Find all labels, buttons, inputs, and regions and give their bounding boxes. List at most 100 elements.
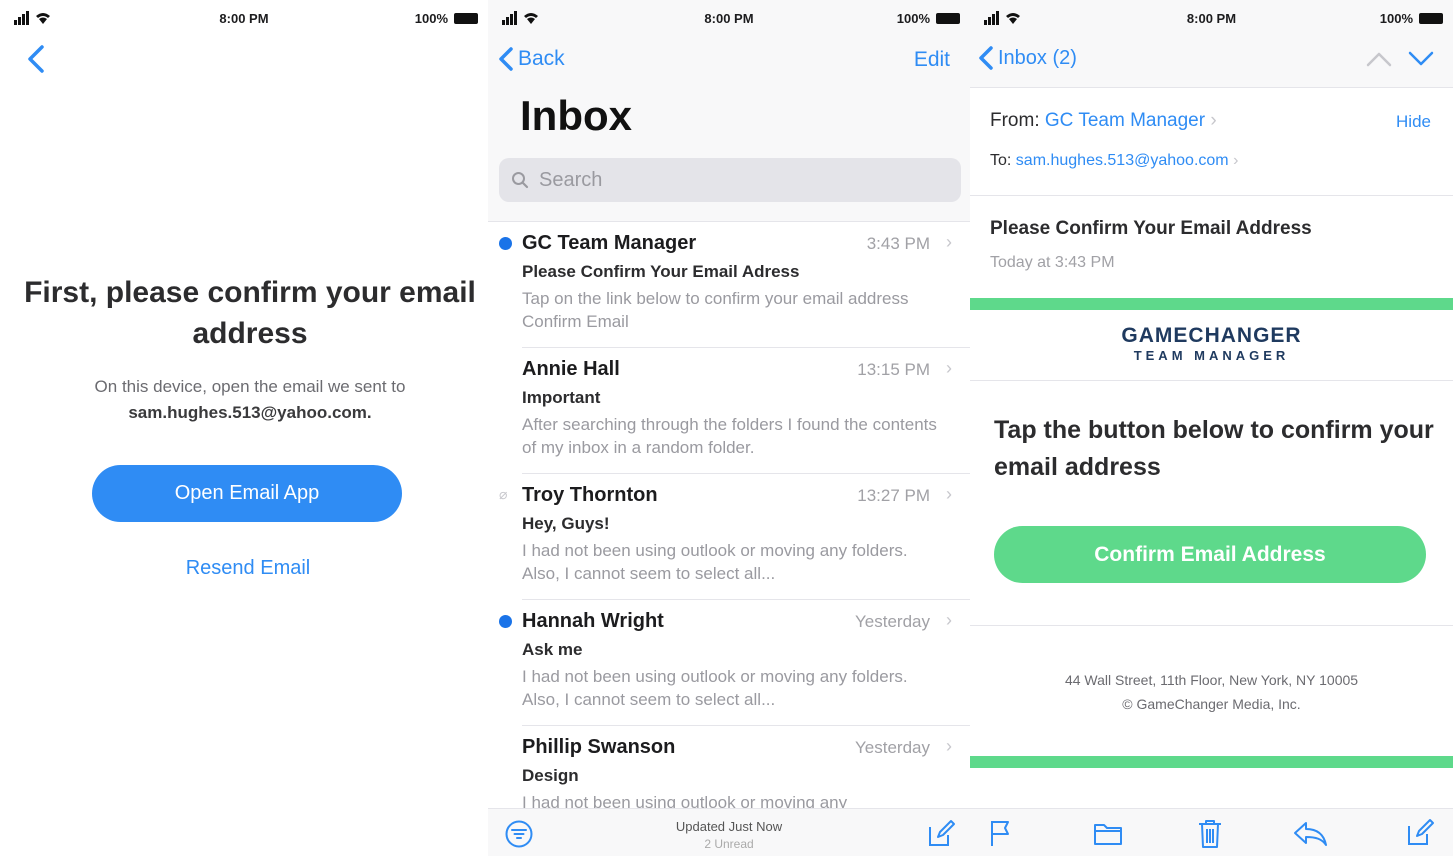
mail-subject: Design	[522, 766, 579, 785]
battery-percent: 100%	[1379, 11, 1413, 26]
status-bar: 8:00 PM 100%	[970, 0, 1453, 36]
from-label: From:	[990, 110, 1040, 131]
page-title: First, please confirm your email address	[24, 276, 476, 350]
bottom-toolbar: Updated Just Now 2 Unread	[488, 808, 970, 856]
mail-subject: Important	[522, 388, 601, 407]
chevron-right-icon: ›	[946, 232, 952, 252]
inbox-screen: 8:00 PM 100% Back Edit Inbox Search GC T…	[488, 0, 970, 856]
email-detail-screen: 8:00 PM 100% Inbox (2) From: GC Team Man…	[970, 0, 1453, 856]
back-chevron-icon	[979, 46, 993, 70]
mail-time: 13:15 PM	[857, 360, 930, 379]
mail-preview: Tap on the link below to confirm your em…	[522, 289, 909, 331]
back-label: Inbox (2)	[998, 46, 1077, 69]
mail-sender: Phillip Swanson	[522, 736, 676, 758]
confirm-email-button[interactable]: Confirm Email Address	[994, 526, 1426, 583]
mail-item[interactable]: GC Team Manager 3:43 PM › Please Confirm…	[488, 222, 970, 348]
copyright: © GameChanger Media, Inc.	[1122, 696, 1301, 712]
to-recipient[interactable]: sam.hughes.513@yahoo.com	[1016, 152, 1229, 169]
mail-subject: Please Confirm Your Email Adress	[522, 262, 800, 281]
battery-percent: 100%	[414, 11, 448, 26]
battery-icon	[1419, 13, 1443, 24]
recipient-email: sam.hughes.513@yahoo.com.	[128, 403, 372, 422]
chevron-right-icon: ›	[946, 610, 952, 630]
mail-time: Yesterday	[855, 738, 930, 757]
chevron-right-icon: ›	[946, 736, 952, 756]
attachment-icon: ⌀	[499, 486, 508, 502]
instruction-line: On this device, open the email we sent t…	[94, 377, 406, 396]
mail-item[interactable]: Annie Hall 13:15 PM › Important After se…	[488, 348, 970, 474]
mail-sender: Annie Hall	[522, 358, 620, 380]
unread-dot-icon	[499, 615, 512, 628]
mail-date: Today at 3:43 PM	[990, 254, 1115, 271]
mail-item[interactable]: Hannah Wright Yesterday › Ask me I had n…	[488, 600, 970, 726]
chevron-right-icon: ›	[946, 484, 952, 504]
previous-message-icon[interactable]	[1365, 50, 1393, 68]
mail-sender: Troy Thornton	[522, 484, 658, 506]
chevron-right-icon: ›	[1210, 110, 1217, 131]
battery-indicator: 100%	[897, 11, 960, 26]
email-body-heading: Tap the button below to confirm your ema…	[994, 416, 1434, 481]
mail-item[interactable]: ⌀ Troy Thornton 13:27 PM › Hey, Guys! I …	[488, 474, 970, 600]
stage: 8:00 PM 100% First, please confirm your …	[0, 0, 1453, 856]
edit-button[interactable]: Edit	[914, 48, 950, 72]
battery-icon	[936, 13, 960, 24]
mail-time: Yesterday	[855, 612, 930, 631]
mail-sender: Hannah Wright	[522, 610, 664, 632]
company-address: 44 Wall Street, 11th Floor, New York, NY…	[1064, 672, 1359, 688]
mail-subject: Ask me	[522, 640, 583, 659]
trash-icon[interactable]	[1196, 818, 1224, 850]
mail-time: 3:43 PM	[866, 234, 930, 253]
instruction-text: On this device, open the email we sent t…	[30, 374, 470, 426]
search-icon	[512, 172, 529, 189]
resend-email-link[interactable]: Resend Email	[0, 557, 488, 580]
back-label: Back	[518, 47, 565, 70]
mail-sender: GC Team Manager	[522, 232, 697, 254]
battery-indicator: 100%	[1380, 11, 1443, 26]
mail-preview: I had not been using outlook or moving a…	[522, 541, 908, 583]
email-footer: 44 Wall Street, 11th Floor, New York, NY…	[970, 668, 1453, 716]
brand-accent-bar	[970, 756, 1453, 768]
back-chevron-icon	[499, 47, 513, 71]
hide-details-button[interactable]: Hide	[1396, 112, 1431, 132]
compose-icon[interactable]	[1405, 818, 1435, 848]
battery-icon	[454, 13, 478, 24]
updated-status: Updated Just Now	[675, 819, 783, 834]
battery-indicator: 100%	[415, 11, 478, 26]
brand-subtitle: TEAM MANAGER	[1133, 348, 1290, 363]
brand-name: GAMECHANGER	[1121, 324, 1302, 347]
confirm-email-screen: 8:00 PM 100% First, please confirm your …	[0, 0, 488, 856]
back-button[interactable]: Back	[498, 46, 565, 72]
mail-subject: Please Confirm Your Email Address	[990, 218, 1312, 239]
to-row: To: sam.hughes.513@yahoo.com ›	[990, 152, 1238, 170]
next-message-icon[interactable]	[1407, 50, 1435, 68]
from-row: From: GC Team Manager ›	[990, 110, 1217, 132]
unread-dot-icon	[499, 237, 512, 250]
mail-time: 13:27 PM	[857, 486, 930, 505]
mail-preview: After searching through the folders I fo…	[522, 415, 937, 457]
unread-count: 2 Unread	[704, 837, 754, 851]
status-bar: 8:00 PM 100%	[0, 0, 488, 36]
search-placeholder: Search	[539, 168, 603, 191]
chevron-right-icon: ›	[946, 358, 952, 378]
brand-accent-bar	[970, 298, 1453, 310]
back-chevron-icon[interactable]	[26, 44, 46, 74]
open-email-app-button[interactable]: Open Email App	[92, 465, 402, 522]
folder-icon[interactable]	[1092, 818, 1124, 848]
reply-icon[interactable]	[1292, 818, 1328, 848]
battery-percent: 100%	[896, 11, 930, 26]
page-title: Inbox	[520, 92, 632, 139]
mail-subject: Hey, Guys!	[522, 514, 610, 533]
back-to-inbox-button[interactable]: Inbox (2)	[978, 45, 1077, 71]
divider	[970, 625, 1453, 626]
mail-preview: I had not been using outlook or moving a…	[522, 667, 908, 709]
search-input[interactable]: Search	[499, 158, 961, 202]
status-bar: 8:00 PM 100%	[488, 0, 970, 36]
from-sender[interactable]: GC Team Manager	[1045, 110, 1205, 131]
chevron-right-icon: ›	[1233, 152, 1239, 169]
mail-header	[970, 88, 1453, 196]
to-label: To:	[990, 152, 1012, 169]
compose-icon[interactable]	[926, 819, 956, 849]
brand-logo: GAMECHANGER TEAM MANAGER	[970, 324, 1453, 363]
divider	[970, 380, 1453, 381]
flag-icon[interactable]	[988, 818, 1016, 848]
